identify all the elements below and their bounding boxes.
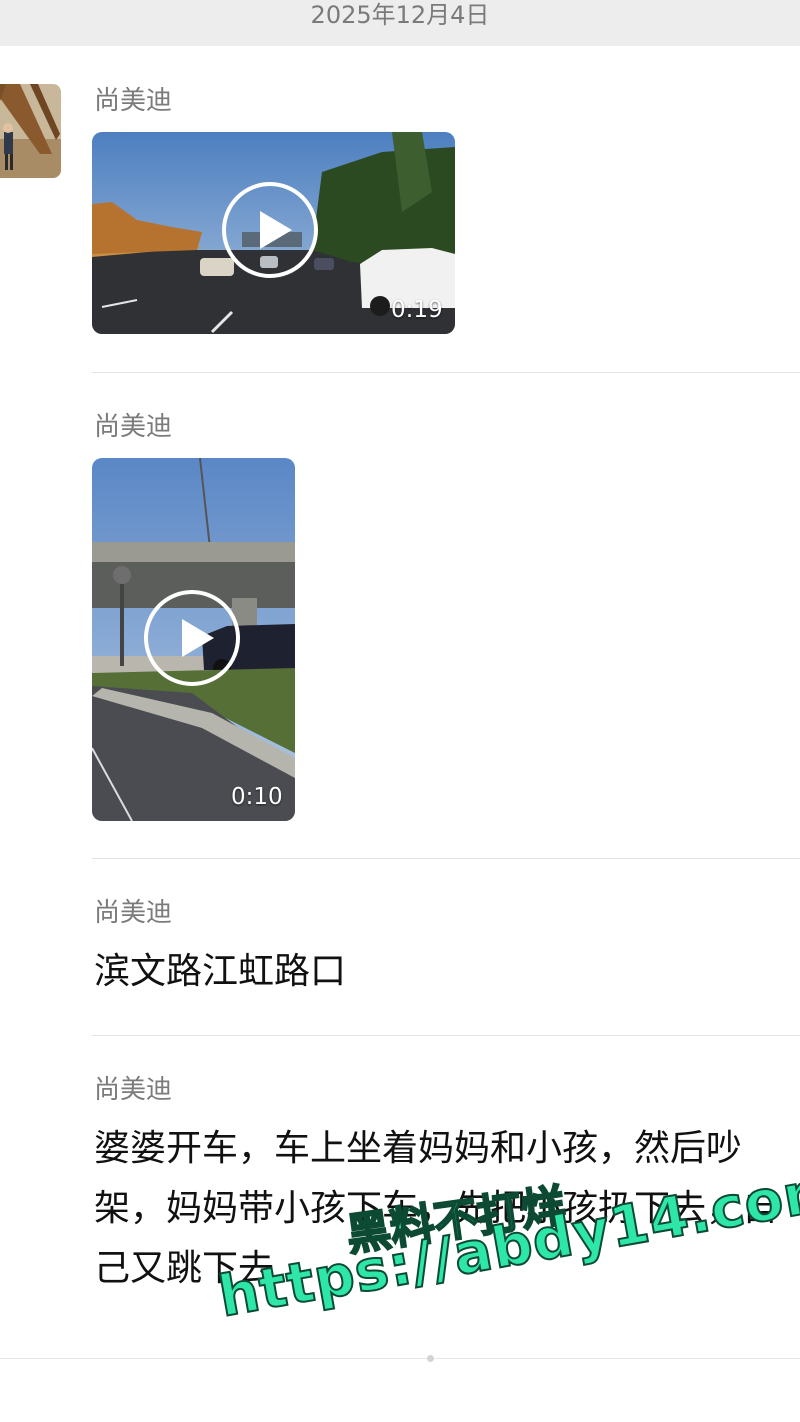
play-icon	[182, 619, 214, 657]
play-button[interactable]	[222, 182, 318, 278]
date-header: 2025年12月4日	[310, 1, 490, 29]
video-message[interactable]: 0:19	[92, 132, 455, 334]
sender-name: 尚美迪	[94, 412, 173, 442]
bottom-divider	[0, 1358, 800, 1359]
sender-name: 尚美迪	[94, 86, 173, 116]
play-icon	[260, 211, 292, 249]
video-duration: 0:19	[391, 297, 443, 323]
sender-name: 尚美迪	[94, 898, 173, 928]
message-text: 滨文路江虹路口	[94, 951, 347, 992]
avatar[interactable]	[0, 84, 61, 178]
date-header-bar: 2025年12月4日	[0, 0, 800, 46]
video-duration: 0:10	[231, 784, 283, 810]
message-divider	[92, 858, 800, 859]
video-message[interactable]: 0:10	[92, 458, 295, 821]
message-divider	[92, 372, 800, 373]
play-button[interactable]	[144, 590, 240, 686]
page-indicator-dot	[427, 1355, 434, 1362]
sender-name: 尚美迪	[94, 1075, 173, 1105]
message-divider	[92, 1035, 800, 1036]
